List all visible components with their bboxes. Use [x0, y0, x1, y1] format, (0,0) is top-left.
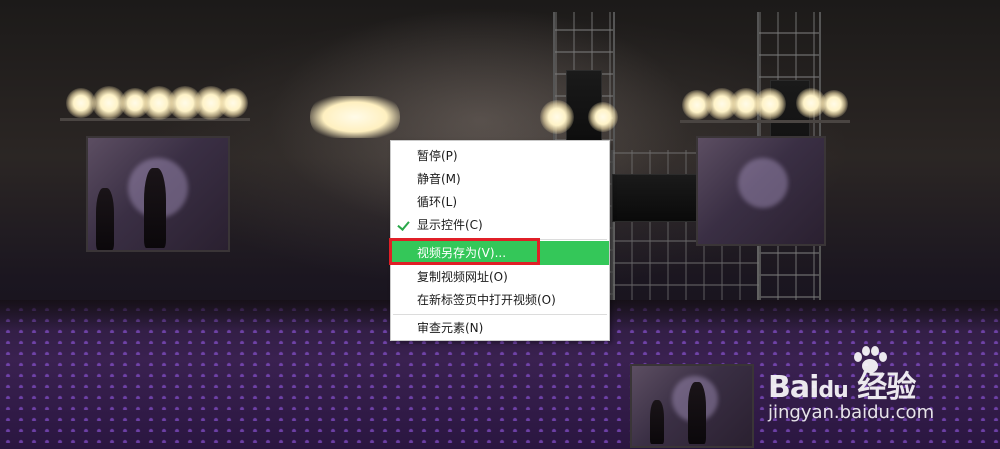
menu-item-open-video-new-tab[interactable]: 在新标签页中打开视频(O): [391, 288, 609, 312]
menu-item-pause[interactable]: 暂停(P): [391, 144, 609, 168]
stage-light: [218, 88, 248, 118]
menu-item-label: 在新标签页中打开视频(O): [417, 293, 556, 307]
menu-item-save-video-as[interactable]: 视频另存为(V)...: [391, 241, 609, 265]
menu-separator: [393, 314, 607, 315]
watermark-logo-cn: 经验: [857, 370, 916, 405]
stage-light: [540, 100, 574, 134]
stage-light: [754, 88, 786, 120]
video-context-menu: 暂停(P) 静音(M) 循环(L) 显示控件(C) 视频另存为(V)... 复制…: [390, 140, 610, 341]
menu-item-inspect-element[interactable]: 审查元素(N): [391, 316, 609, 340]
menu-item-copy-video-url[interactable]: 复制视频网址(O): [391, 265, 609, 289]
menu-item-loop[interactable]: 循环(L): [391, 190, 609, 214]
watermark-url: jingyan.baidu.com: [768, 402, 935, 423]
left-stage-screen: [86, 136, 230, 252]
watermark-logo-prefix: Bai: [768, 370, 819, 405]
menu-item-label: 循环(L): [417, 195, 458, 209]
stage-light: [310, 96, 400, 138]
bottom-stage-screen: [630, 364, 754, 448]
stage-light: [820, 90, 848, 118]
stage-light: [588, 102, 618, 132]
menu-item-show-controls[interactable]: 显示控件(C): [391, 213, 609, 237]
right-light-rig: [680, 120, 850, 123]
menu-item-label: 静音(M): [417, 172, 461, 186]
watermark-logo-du: du: [818, 378, 848, 403]
menu-item-label: 暂停(P): [417, 149, 458, 163]
menu-item-label: 复制视频网址(O): [417, 270, 508, 284]
menu-item-label: 审查元素(N): [417, 321, 484, 335]
baidu-jingyan-watermark: Baidu 经验 jingyan.baidu.com: [760, 340, 990, 430]
menu-item-label: 视频另存为(V)...: [417, 246, 507, 260]
right-stage-screen: [696, 136, 826, 246]
menu-item-mute[interactable]: 静音(M): [391, 167, 609, 191]
watermark-logo: Baidu 经验: [768, 362, 916, 406]
checkmark-icon: [397, 213, 411, 237]
menu-separator: [393, 239, 607, 240]
menu-item-label: 显示控件(C): [417, 218, 483, 232]
